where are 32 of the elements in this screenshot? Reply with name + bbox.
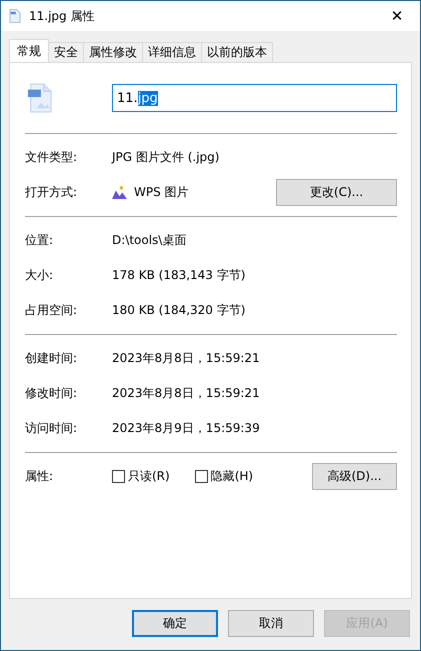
tab[interactable]: 常规 (9, 39, 49, 62)
change-button[interactable]: 更改(C)... (276, 179, 397, 206)
property-label: 占用空间: (25, 302, 78, 319)
property-label: 位置: (25, 232, 54, 249)
dialog-button[interactable]: 确定 (132, 610, 218, 637)
tab[interactable]: 以前的版本 (201, 42, 273, 62)
property-label: 大小: (25, 267, 54, 284)
file-name-field[interactable]: 11.jpg (112, 84, 397, 112)
image-file-icon (9, 9, 21, 23)
property-label: 创建时间: (25, 350, 78, 367)
checkbox[interactable] (112, 470, 125, 483)
app-name: WPS 图片 (134, 184, 189, 201)
mountain-app-icon (112, 186, 127, 199)
checkbox-label: 只读(R) (128, 468, 170, 485)
property-label: 打开方式: (25, 184, 78, 201)
property-value: 178 KB (183,143 字节) (112, 267, 246, 284)
property-value: D:\tools\桌面 (112, 232, 188, 249)
property-value: 2023年8月9日，15:59:39 (112, 420, 261, 437)
property-label: 属性: (25, 468, 54, 485)
image-file-icon (27, 83, 53, 113)
property-label: 文件类型: (25, 149, 78, 166)
property-value: 180 KB (184,320 字节) (112, 302, 246, 319)
advanced-button[interactable]: 高级(D)... (312, 463, 397, 490)
property-label: 访问时间: (25, 420, 78, 437)
property-label: 修改时间: (25, 385, 78, 402)
window-title: 11.jpg 属性 (29, 8, 94, 24)
checkbox[interactable] (194, 470, 208, 483)
dialog-button[interactable]: 取消 (228, 610, 314, 637)
property-value: 2023年8月8日，15:59:21 (112, 350, 261, 367)
checkbox-label: 隐藏(H) (210, 468, 254, 485)
property-value: 2023年8月8日，15:59:21 (112, 385, 261, 402)
property-value: JPG 图片文件 (.jpg) (112, 149, 220, 166)
